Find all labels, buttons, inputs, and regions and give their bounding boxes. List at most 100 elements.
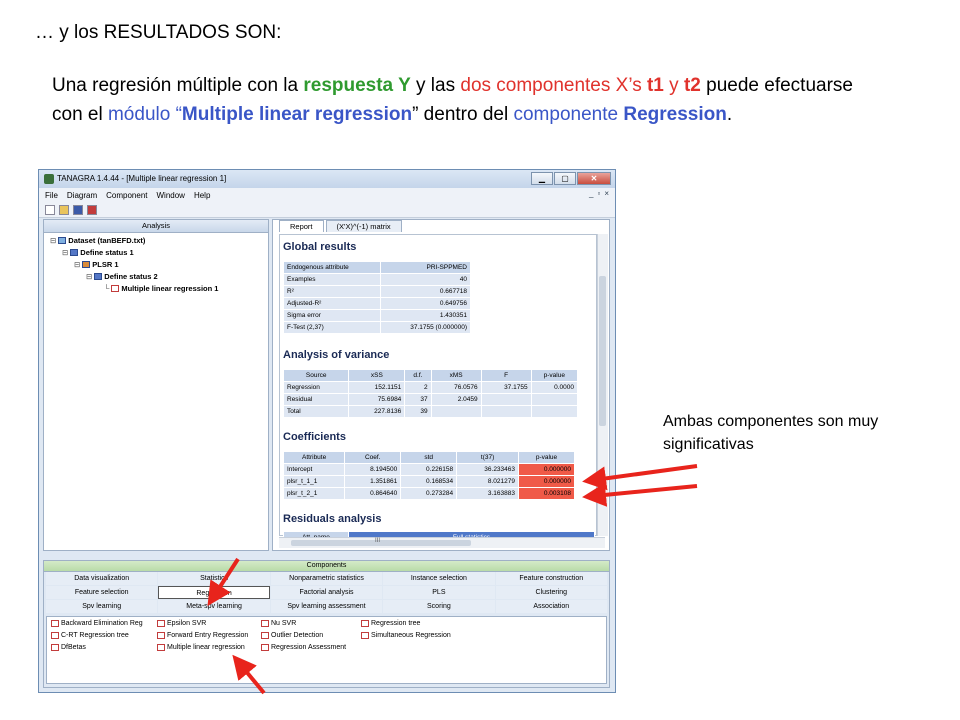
regression-icon bbox=[51, 620, 59, 627]
menu-item-help[interactable]: Help bbox=[194, 191, 210, 200]
category-feature-construction[interactable]: Feature construction bbox=[495, 572, 607, 585]
regression-icon bbox=[51, 632, 59, 639]
category-feature-selection[interactable]: Feature selection bbox=[46, 586, 158, 599]
close-button[interactable]: ✕ bbox=[577, 172, 611, 185]
menu-item-component[interactable]: Component bbox=[106, 191, 147, 200]
algo-label: Regression Assessment bbox=[271, 644, 347, 651]
algo-dfbetas[interactable]: DfBetas bbox=[51, 644, 86, 651]
table-cell: 227.8136 bbox=[348, 405, 406, 418]
algo-nu-svr[interactable]: Nu SVR bbox=[261, 620, 296, 627]
category-nonparametric-statistics[interactable]: Nonparametric statistics bbox=[270, 572, 383, 585]
algo-outlier-detection[interactable]: Outlier Detection bbox=[261, 632, 323, 639]
category-association[interactable]: Association bbox=[495, 600, 607, 613]
table-cell bbox=[430, 405, 482, 418]
table-cell: 2.0459 bbox=[430, 393, 482, 406]
category-clustering[interactable]: Clustering bbox=[495, 586, 607, 599]
table-cell bbox=[530, 393, 579, 406]
category-factorial-analysis[interactable]: Factorial analysis bbox=[270, 586, 383, 599]
mdi-close-button[interactable]: × bbox=[604, 189, 609, 198]
category-regression[interactable]: Regression bbox=[158, 586, 270, 599]
algo-label: Regression tree bbox=[371, 620, 421, 627]
table-cell bbox=[480, 393, 532, 406]
tree-item-define-status-1[interactable]: ⊟ Define status 1 bbox=[62, 248, 134, 257]
algorithm-list: Backward Elimination Reg Epsilon SVR Nu … bbox=[46, 616, 607, 684]
scrollbar-thumb[interactable] bbox=[291, 540, 471, 546]
tab-report[interactable]: Report bbox=[279, 220, 324, 232]
table-header-row: Source xSS d.f. xMS Fp-value bbox=[282, 369, 579, 382]
table-cell: F-Test (2,37) bbox=[282, 321, 382, 334]
open-folder-icon[interactable] bbox=[59, 204, 69, 215]
table-cell: Examples bbox=[282, 273, 382, 286]
anova-table: Source xSS d.f. xMS Fp-value Regression 152.1… bbox=[282, 369, 579, 418]
pls-icon bbox=[82, 261, 91, 268]
define-status-icon bbox=[70, 249, 79, 256]
algo-label: Simultaneous Regression bbox=[371, 632, 451, 639]
horizontal-scrollbar[interactable]: III bbox=[279, 537, 605, 548]
regression-icon bbox=[157, 620, 165, 627]
algo-simultaneous-regression[interactable]: Simultaneous Regression bbox=[361, 632, 451, 639]
algo-regression-assessment[interactable]: Regression Assessment bbox=[261, 644, 346, 651]
category-instance-selection[interactable]: Instance selection bbox=[383, 572, 495, 585]
category-spv-learning-assessment[interactable]: Spv learning assessment bbox=[270, 600, 383, 613]
table-cell: 37.1755 (0.000000) bbox=[380, 321, 471, 334]
table-row: R² 0.667718 bbox=[282, 285, 471, 298]
table-header: Attribute bbox=[282, 451, 346, 464]
category-statistics[interactable]: Statistics bbox=[158, 572, 270, 585]
slide-title: … y los RESULTADOS SON: bbox=[35, 22, 282, 43]
anova-title: Analysis of variance bbox=[283, 349, 390, 361]
tab-xx-matrix[interactable]: (X'X)^(-1) matrix bbox=[325, 220, 402, 232]
algo-epsilon-svr[interactable]: Epsilon SVR bbox=[157, 620, 206, 627]
algo-regression-tree[interactable]: Regression tree bbox=[361, 620, 420, 627]
new-file-icon[interactable] bbox=[45, 204, 55, 215]
menu-item-diagram[interactable]: Diagram bbox=[67, 191, 97, 200]
table-cell: 75.6984 bbox=[348, 393, 406, 406]
tree-item-define-status-2[interactable]: ⊟ Define status 2 bbox=[86, 272, 158, 281]
table-row: Total 227.8136 39 bbox=[282, 405, 579, 418]
tree-item-dataset[interactable]: ⊟ Dataset (tanBEFD.txt) bbox=[50, 236, 145, 245]
regression-icon bbox=[261, 620, 269, 627]
algo-multiple-linear-regression[interactable]: Multiple linear regression bbox=[157, 644, 245, 651]
intro-regression: Regression bbox=[623, 104, 727, 125]
window-titlebar[interactable]: TANAGRA 1.4.44 - [Multiple linear regres… bbox=[39, 170, 615, 188]
collapse-icon[interactable]: ⊟ bbox=[74, 260, 80, 269]
menu-item-window[interactable]: Window bbox=[156, 191, 184, 200]
table-header: p-value bbox=[518, 451, 575, 464]
table-row: Regression 152.1151 2 76.0576 37.1755 0.0000 bbox=[282, 381, 579, 394]
tree-label: Dataset (tanBEFD.txt) bbox=[68, 236, 146, 245]
algo-forward-entry[interactable]: Forward Entry Regression bbox=[157, 632, 248, 639]
table-row: Intercept 8.194500 0.226158 36.233463 0.0000… bbox=[282, 463, 575, 476]
branch-line: └ bbox=[104, 284, 110, 293]
collapse-icon[interactable]: ⊟ bbox=[62, 248, 68, 257]
table-row: Sigma error 1.430351 bbox=[282, 309, 471, 322]
tree-item-plsr-1[interactable]: ⊟ PLSR 1 bbox=[74, 260, 119, 269]
collapse-icon[interactable]: ⊟ bbox=[86, 272, 92, 281]
algo-backward-elimination[interactable]: Backward Elimination Reg bbox=[51, 620, 143, 627]
vertical-scrollbar[interactable] bbox=[597, 234, 608, 536]
minimize-button[interactable]: ▁ bbox=[531, 172, 553, 185]
maximize-button[interactable]: ▢ bbox=[554, 172, 576, 185]
toolbar bbox=[39, 202, 615, 218]
category-meta-spv-learning[interactable]: Meta-spv learning bbox=[158, 600, 270, 613]
category-scoring[interactable]: Scoring bbox=[383, 600, 495, 613]
component-icon[interactable] bbox=[87, 204, 97, 215]
collapse-icon[interactable]: ⊟ bbox=[50, 236, 56, 245]
mdi-restore-button[interactable]: ▫ bbox=[597, 189, 600, 198]
analysis-header: Analysis bbox=[44, 220, 268, 233]
algo-crt-regression-tree[interactable]: C-RT Regression tree bbox=[51, 632, 129, 639]
menu-item-file[interactable]: File bbox=[45, 191, 58, 200]
dataset-icon bbox=[58, 237, 67, 244]
global-results-title: Global results bbox=[283, 241, 357, 253]
table-cell: 0.226158 bbox=[400, 463, 458, 476]
table-header: F bbox=[480, 369, 532, 382]
table-row: F-Test (2,37) 37.1755 (0.000000) bbox=[282, 321, 471, 334]
category-pls[interactable]: PLS bbox=[383, 586, 495, 599]
table-cell: Total bbox=[282, 405, 350, 418]
category-data-visualization[interactable]: Data visualization bbox=[46, 572, 158, 585]
save-disk-icon[interactable] bbox=[73, 204, 83, 215]
scrollbar-thumb[interactable] bbox=[599, 276, 606, 426]
tree-item-mlr-1[interactable]: └ Multiple linear regression 1 bbox=[104, 284, 218, 293]
algo-label: Nu SVR bbox=[271, 620, 297, 627]
components-header: Components bbox=[44, 561, 609, 572]
category-spv-learning[interactable]: Spv learning bbox=[46, 600, 158, 613]
mdi-minimize-button[interactable]: _ bbox=[589, 189, 593, 198]
